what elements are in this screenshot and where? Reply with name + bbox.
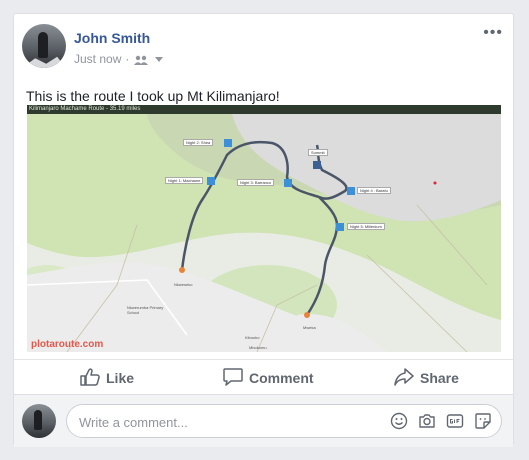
avatar-figure: [34, 410, 42, 430]
post-actions: Like Comment Share: [14, 359, 513, 394]
more-options-button[interactable]: •••: [483, 25, 503, 41]
label-kibosho: Kibosho: [245, 335, 260, 340]
label-night5: Night 5: Millenium: [347, 223, 385, 230]
comment-composer: [14, 394, 513, 447]
meta-separator: ·: [125, 52, 130, 66]
comment-button[interactable]: Comment: [223, 366, 314, 390]
label-night3: Night 3: Barranco: [237, 179, 275, 186]
label-night1: Night 1: Machame: [165, 177, 204, 184]
post-card: John Smith Just now · ••• This is the ro…: [13, 13, 514, 447]
share-icon: [394, 367, 414, 389]
dropdown-icon[interactable]: [155, 52, 164, 66]
comment-field[interactable]: [66, 404, 502, 438]
map-logo-text: plotaroute.com: [31, 339, 104, 350]
label-summit: Summit: [308, 149, 328, 156]
map-title: Kilimanjaro Machame Route - 35.19 miles: [27, 105, 501, 114]
post-header: John Smith Just now · •••: [14, 14, 513, 74]
comment-icon: [223, 367, 243, 389]
label-night4: Night 4 : Barafu: [357, 187, 391, 194]
sticker-icon[interactable]: [473, 411, 493, 431]
label-nkweseko: Nkweseko: [174, 282, 193, 287]
like-label: Like: [106, 370, 135, 386]
comment-tools: [389, 411, 493, 431]
comment-input[interactable]: [77, 412, 381, 432]
share-button[interactable]: Share: [394, 366, 459, 390]
comment-label: Comment: [249, 370, 314, 386]
route-map-image[interactable]: Kilimanjaro Machame Route - 35.19 miles …: [27, 105, 501, 352]
post-meta: Just now ·: [74, 52, 164, 66]
friends-icon[interactable]: [133, 54, 151, 65]
post-text: This is the route I took up Mt Kilimanja…: [26, 88, 280, 104]
author-avatar[interactable]: [22, 24, 66, 68]
label-school: Nkwerumba Primary School: [127, 305, 164, 315]
share-label: Share: [420, 370, 459, 386]
post-time[interactable]: Just now: [74, 52, 121, 66]
label-mweka: Mweka: [303, 325, 316, 330]
map-logo: plotaroute.com: [31, 339, 103, 350]
map-canvas: [27, 114, 501, 352]
emoji-icon[interactable]: [389, 411, 409, 431]
like-button[interactable]: Like: [80, 366, 134, 390]
like-icon: [80, 367, 100, 389]
camera-icon[interactable]: [417, 411, 437, 431]
label-mbokomu: Mbokomu: [249, 345, 267, 350]
author-name[interactable]: John Smith: [74, 30, 150, 46]
gif-icon[interactable]: [445, 411, 465, 431]
avatar-figure: [38, 32, 48, 58]
commenter-avatar[interactable]: [22, 404, 56, 438]
label-night2: Night 2: Shira: [183, 139, 214, 146]
